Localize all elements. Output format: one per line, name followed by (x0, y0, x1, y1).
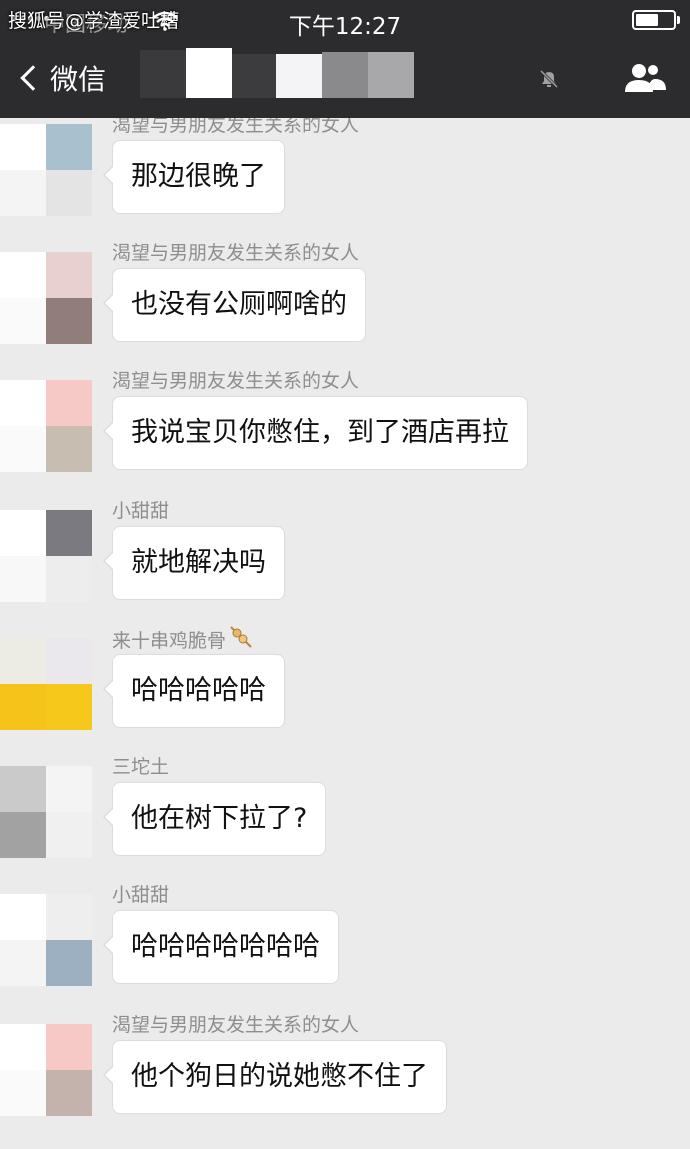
avatar-pixel (0, 426, 46, 472)
message-bubble[interactable]: 我说宝贝你憋住，到了酒店再拉 (103, 396, 528, 470)
message-row: 三坨土他在树下拉了? (0, 752, 690, 872)
avatar[interactable] (0, 894, 92, 986)
message-text: 他个狗日的说她憋不住了 (131, 1061, 428, 1092)
message-bubble[interactable]: 哈哈哈哈哈哈哈 (103, 910, 339, 984)
message-bubble[interactable]: 他在树下拉了? (102, 782, 327, 856)
skewer-icon (230, 626, 252, 648)
message-row: 渴望与男朋友发生关系的女人也没有公厕啊啥的 (0, 238, 690, 358)
message-text: 我说宝贝你憋住，到了酒店再拉 (131, 417, 509, 448)
avatar-pixel (46, 894, 92, 940)
avatar-pixel (0, 812, 46, 858)
avatar-pixel (46, 426, 92, 472)
group-info-button[interactable] (620, 60, 672, 100)
sender-name-text: 小甜甜 (112, 500, 170, 522)
chat-title-redacted (140, 48, 420, 100)
chevron-left-icon (20, 65, 46, 91)
sender-name: 渴望与男朋友发生关系的女人 (112, 238, 359, 265)
avatar-pixel (46, 124, 92, 170)
avatar[interactable] (0, 124, 92, 216)
avatar-pixel (46, 170, 92, 216)
battery-fill (636, 14, 658, 26)
avatar-pixel (46, 684, 92, 730)
avatar[interactable] (0, 638, 92, 730)
message-bubble[interactable]: 他个狗日的说她憋不住了 (103, 1040, 447, 1114)
sender-name: 来十串鸡脆骨 (112, 624, 254, 653)
avatar-pixel (46, 298, 92, 344)
avatar[interactable] (0, 252, 92, 344)
avatar-pixel (0, 1070, 46, 1116)
message-bubble[interactable]: 就地解决吗 (103, 526, 285, 600)
avatar-pixel (46, 1070, 92, 1116)
avatar-pixel (0, 170, 46, 216)
avatar-pixel (0, 894, 46, 940)
avatar-pixel (46, 1024, 92, 1070)
avatar-pixel (46, 252, 92, 298)
sender-name-text: 渴望与男朋友发生关系的女人 (112, 370, 360, 392)
avatar-pixel (46, 940, 92, 986)
sender-name: 渴望与男朋友发生关系的女人 (112, 118, 359, 137)
avatar-pixel (0, 298, 46, 344)
sender-name-text: 来十串鸡脆骨 (112, 630, 227, 652)
avatar[interactable] (0, 1024, 92, 1116)
message-row: 渴望与男朋友发生关系的女人那边很晚了 (0, 118, 690, 230)
message-text: 哈哈哈哈哈 (131, 675, 266, 706)
avatar-pixel (0, 556, 46, 602)
back-button[interactable]: 微信 (16, 58, 106, 98)
sender-name-text: 渴望与男朋友发生关系的女人 (112, 1014, 360, 1036)
message-row: 小甜甜就地解决吗 (0, 496, 690, 616)
message-bubble[interactable]: 哈哈哈哈哈 (103, 654, 285, 728)
sender-name-text: 小甜甜 (112, 884, 170, 906)
sender-name-text: 渴望与男朋友发生关系的女人 (112, 118, 360, 136)
avatar-pixel (46, 380, 92, 426)
avatar[interactable] (0, 380, 92, 472)
message-text: 也没有公厕啊啥的 (131, 289, 347, 320)
message-text: 哈哈哈哈哈哈哈 (131, 931, 320, 962)
message-text: 就地解决吗 (131, 547, 266, 578)
avatar-pixel (0, 510, 46, 556)
avatar-pixel (46, 556, 92, 602)
message-row: 渴望与男朋友发生关系的女人他个狗日的说她憋不住了 (0, 1010, 690, 1130)
message-text: 那边很晚了 (131, 161, 266, 192)
mute-icon (539, 69, 559, 89)
sender-name-text: 三坨土 (112, 756, 170, 778)
avatar-pixel (0, 940, 46, 986)
message-row: 渴望与男朋友发生关系的女人我说宝贝你憋住，到了酒店再拉 (0, 366, 690, 486)
message-bubble[interactable]: 也没有公厕啊啥的 (103, 268, 366, 342)
message-text: 他在树下拉了? (131, 803, 308, 834)
status-bar: 中国移动 搜狐号@学渣爱吐槽 下午12:27 (0, 0, 690, 40)
avatar-pixel (46, 766, 92, 812)
avatar-pixel (46, 510, 92, 556)
header: 中国移动 搜狐号@学渣爱吐槽 下午12:27 微信 (0, 0, 690, 118)
avatar-pixel (0, 252, 46, 298)
avatar[interactable] (0, 766, 92, 858)
message-row: 小甜甜哈哈哈哈哈哈哈 (0, 880, 690, 1000)
chat-area[interactable]: 渴望与男朋友发生关系的女人 那边很晚了 渴望与男朋友发生关系的女人 也没有公厕啊啥的渴… (0, 118, 690, 1149)
sender-name: 渴望与男朋友发生关系的女人 (112, 366, 359, 393)
sender-name: 小甜甜 (112, 496, 169, 523)
avatar-pixel (0, 684, 46, 730)
avatar-pixel (0, 766, 46, 812)
nav-bar: 微信 (0, 40, 690, 118)
sender-name: 三坨土 (112, 752, 169, 779)
back-label: 微信 (50, 63, 107, 96)
message-bubble[interactable]: 那边很晚了 (103, 140, 285, 214)
sender-name: 小甜甜 (112, 880, 169, 907)
avatar-pixel (46, 812, 92, 858)
group-icon (625, 63, 666, 92)
sender-name: 渴望与男朋友发生关系的女人 (112, 1010, 359, 1037)
avatar-pixel (46, 638, 92, 684)
battery-tip (677, 16, 680, 24)
avatar[interactable] (0, 510, 92, 602)
message-row: 来十串鸡脆骨哈哈哈哈哈 (0, 624, 690, 744)
avatar-pixel (0, 638, 46, 684)
avatar-pixel (0, 124, 46, 170)
battery-icon (632, 10, 676, 30)
avatar-pixel (0, 1024, 46, 1070)
status-time: 下午12:27 (288, 14, 402, 40)
sender-name-text: 渴望与男朋友发生关系的女人 (112, 242, 360, 264)
avatar-pixel (0, 380, 46, 426)
